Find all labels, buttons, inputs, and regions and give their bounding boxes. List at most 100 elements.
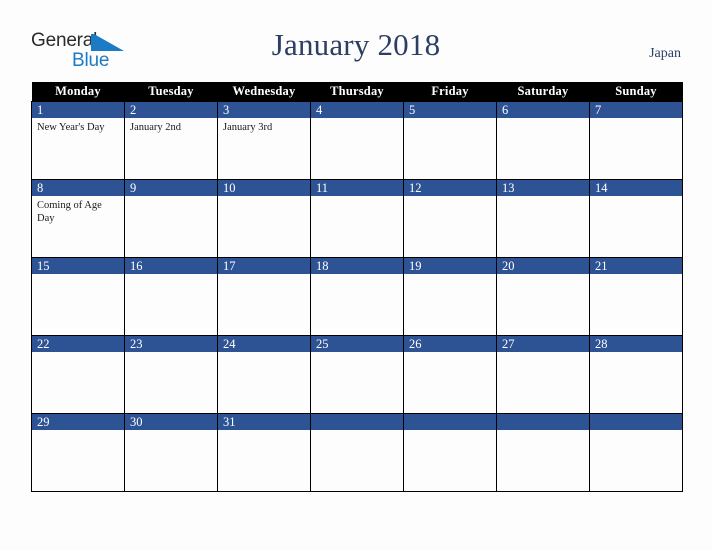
day-event-cell[interactable] — [496, 430, 590, 492]
day-number-cell[interactable]: 15 — [31, 256, 125, 274]
day-number-cell[interactable] — [589, 412, 683, 430]
day-number: 21 — [595, 258, 608, 273]
day-number-cell[interactable]: 5 — [403, 100, 497, 118]
day-event-cell[interactable] — [310, 352, 404, 413]
day-event-cell[interactable] — [403, 118, 497, 179]
day-event-cell[interactable] — [217, 430, 311, 492]
day-event-cell[interactable] — [496, 118, 590, 179]
day-number-cell[interactable]: 18 — [310, 256, 404, 274]
weekday-header-tuesday: Tuesday — [124, 82, 218, 101]
day-event-cell[interactable] — [403, 274, 497, 335]
day-event-cell[interactable] — [496, 352, 590, 413]
day-number-cell[interactable]: 27 — [496, 334, 590, 352]
week-event-row: Coming of Age Day — [31, 196, 683, 257]
day-event-cell[interactable] — [124, 274, 218, 335]
week-event-row — [31, 352, 683, 413]
day-event-cell[interactable] — [589, 352, 683, 413]
week-date-row: 1 2 3 4 5 6 7 — [31, 100, 683, 118]
day-number-cell[interactable]: 28 — [589, 334, 683, 352]
day-number-cell[interactable]: 3 — [217, 100, 311, 118]
day-number-cell[interactable]: 9 — [124, 178, 218, 196]
week-event-row — [31, 430, 683, 492]
day-event-cell[interactable] — [496, 196, 590, 257]
week-date-row: 15 16 17 18 19 20 21 — [31, 256, 683, 274]
week-date-row: 29 30 31 — [31, 412, 683, 430]
day-number-cell[interactable]: 11 — [310, 178, 404, 196]
day-number: 13 — [502, 180, 515, 195]
day-event-cell[interactable] — [589, 118, 683, 179]
day-number-cell[interactable]: 8 — [31, 178, 125, 196]
day-event-text: Coming of Age Day — [37, 200, 102, 224]
day-number-cell[interactable]: 10 — [217, 178, 311, 196]
day-number: 28 — [595, 336, 608, 351]
day-number-cell[interactable]: 19 — [403, 256, 497, 274]
day-number-cell[interactable]: 2 — [124, 100, 218, 118]
day-number: 7 — [595, 102, 602, 117]
day-number: 4 — [316, 102, 323, 117]
day-number: 6 — [502, 102, 509, 117]
week-date-row: 8 9 10 11 12 13 14 — [31, 178, 683, 196]
day-event-cell[interactable] — [589, 196, 683, 257]
day-event-cell[interactable] — [124, 196, 218, 257]
day-number-cell[interactable]: 22 — [31, 334, 125, 352]
weekday-header-sunday: Sunday — [589, 82, 683, 101]
day-number-cell[interactable]: 31 — [217, 412, 311, 430]
day-number-cell[interactable]: 6 — [496, 100, 590, 118]
day-number: 8 — [37, 180, 44, 195]
day-number-cell[interactable]: 1 — [31, 100, 125, 118]
day-event-cell[interactable] — [31, 352, 125, 413]
day-event-cell[interactable] — [310, 118, 404, 179]
weekday-header-monday: Monday — [31, 82, 125, 101]
day-event-cell[interactable]: January 3rd — [217, 118, 311, 179]
day-event-cell[interactable]: January 2nd — [124, 118, 218, 179]
day-event-cell[interactable] — [217, 196, 311, 257]
day-event-cell[interactable] — [589, 430, 683, 492]
day-number: 5 — [409, 102, 416, 117]
weekday-header-saturday: Saturday — [496, 82, 590, 101]
day-number-cell[interactable]: 26 — [403, 334, 497, 352]
day-number-cell[interactable]: 16 — [124, 256, 218, 274]
day-number: 10 — [223, 180, 236, 195]
calendar-grid: Monday Tuesday Wednesday Thursday Friday… — [31, 82, 683, 492]
day-number-cell[interactable]: 29 — [31, 412, 125, 430]
day-number-cell[interactable]: 24 — [217, 334, 311, 352]
day-number: 1 — [37, 102, 44, 117]
day-number: 14 — [595, 180, 608, 195]
day-number: 29 — [37, 414, 50, 429]
day-event-cell[interactable] — [217, 352, 311, 413]
day-event-cell[interactable] — [310, 430, 404, 492]
day-event-cell[interactable] — [589, 274, 683, 335]
day-event-cell[interactable] — [310, 274, 404, 335]
day-number-cell[interactable]: 13 — [496, 178, 590, 196]
day-number-cell[interactable]: 20 — [496, 256, 590, 274]
day-number-cell[interactable]: 12 — [403, 178, 497, 196]
day-number: 9 — [130, 180, 137, 195]
day-number-cell[interactable]: 17 — [217, 256, 311, 274]
day-event-cell[interactable] — [403, 352, 497, 413]
day-event-cell[interactable] — [31, 430, 125, 492]
day-event-cell[interactable]: New Year's Day — [31, 118, 125, 179]
day-number-cell[interactable]: 21 — [589, 256, 683, 274]
day-event-cell[interactable] — [217, 274, 311, 335]
day-number-cell[interactable] — [403, 412, 497, 430]
day-number-cell[interactable]: 25 — [310, 334, 404, 352]
day-number: 19 — [409, 258, 422, 273]
day-event-cell[interactable] — [403, 196, 497, 257]
day-number-cell[interactable]: 30 — [124, 412, 218, 430]
day-number-cell[interactable] — [310, 412, 404, 430]
day-event-cell[interactable] — [124, 430, 218, 492]
day-number: 16 — [130, 258, 143, 273]
day-event-cell[interactable] — [31, 274, 125, 335]
day-event-cell[interactable] — [310, 196, 404, 257]
day-event-cell[interactable] — [124, 352, 218, 413]
day-number-cell[interactable]: 4 — [310, 100, 404, 118]
day-event-cell[interactable] — [403, 430, 497, 492]
day-event-cell[interactable]: Coming of Age Day — [31, 196, 125, 257]
day-number: 30 — [130, 414, 143, 429]
day-event-cell[interactable] — [496, 274, 590, 335]
day-number-cell[interactable]: 23 — [124, 334, 218, 352]
calendar-table: Monday Tuesday Wednesday Thursday Friday… — [31, 82, 683, 492]
day-number-cell[interactable]: 7 — [589, 100, 683, 118]
day-number-cell[interactable] — [496, 412, 590, 430]
day-number-cell[interactable]: 14 — [589, 178, 683, 196]
